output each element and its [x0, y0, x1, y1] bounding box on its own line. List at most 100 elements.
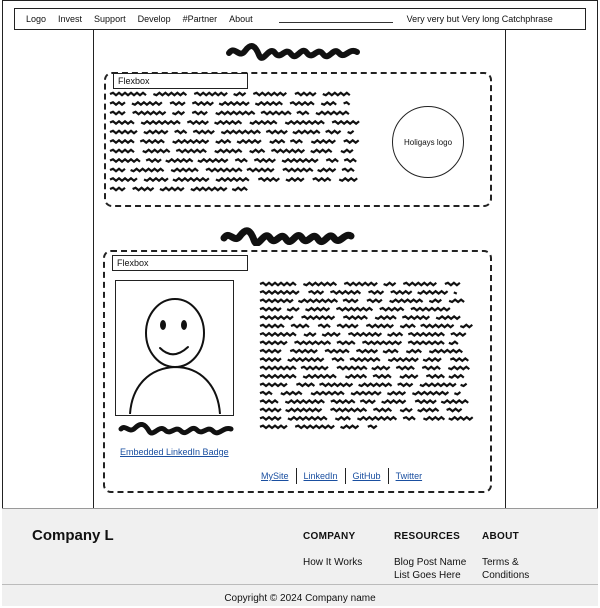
placeholder-text-squiggle — [450, 331, 467, 338]
placeholder-text-squiggle — [290, 323, 310, 329]
placeholder-text-squiggle — [420, 323, 455, 329]
twitter-link[interactable]: Twitter — [389, 471, 430, 481]
placeholder-text-squiggle — [265, 129, 288, 135]
footer-link-terms[interactable]: Terms & Conditions — [482, 556, 542, 582]
placeholder-text-squiggle — [259, 340, 288, 346]
placeholder-text-squiggle — [381, 398, 407, 405]
placeholder-text-squiggle — [399, 323, 416, 329]
placeholder-text-squiggle — [459, 323, 473, 329]
nav-about[interactable]: About — [229, 14, 253, 24]
placeholder-text-squiggle — [422, 415, 446, 422]
footer-link-blog-post[interactable]: Blog Post Name List Goes Here — [394, 556, 478, 582]
placeholder-text-squiggle — [252, 91, 287, 97]
placeholder-text-squiggle — [294, 91, 317, 97]
placeholder-text-squiggle — [174, 129, 188, 135]
section1-heading-scribble — [226, 43, 360, 61]
placeholder-text-squiggle — [336, 323, 359, 329]
section2-heading-scribble — [220, 227, 355, 246]
placeholder-text-squiggle — [334, 415, 351, 422]
content-right-border — [505, 30, 506, 508]
placeholder-text-squiggle — [355, 348, 379, 354]
placeholder-text-squiggle — [165, 157, 194, 164]
placeholder-text-squiggle — [340, 424, 360, 430]
placeholder-text-squiggle — [140, 119, 181, 126]
placeholder-text-squiggle — [317, 323, 331, 329]
placeholder-text-squiggle — [152, 91, 188, 97]
placeholder-text-squiggle — [259, 289, 300, 296]
placeholder-text-squiggle — [259, 407, 282, 413]
placeholder-text-squiggle — [281, 157, 319, 164]
nav-develop[interactable]: Develop — [138, 14, 171, 24]
footer-heading-resources: RESOURCES — [394, 531, 461, 542]
placeholder-text-squiggle — [143, 176, 169, 183]
section1-text-scribble — [109, 91, 360, 192]
placeholder-text-squiggle — [295, 382, 316, 388]
placeholder-text-squiggle — [109, 157, 141, 164]
placeholder-text-squiggle — [205, 167, 243, 173]
placeholder-text-squiggle — [270, 148, 306, 154]
mysite-link[interactable]: MySite — [254, 471, 296, 481]
placeholder-text-squiggle — [234, 157, 248, 164]
placeholder-text-squiggle — [259, 415, 282, 422]
social-links-row: MySite LinkedIn GitHub Twitter — [254, 468, 429, 484]
placeholder-text-squiggle — [310, 148, 333, 154]
placeholder-text-squiggle — [387, 331, 404, 338]
placeholder-text-squiggle — [145, 157, 162, 164]
placeholder-text-squiggle — [372, 407, 393, 413]
placeholder-text-squiggle — [417, 407, 440, 413]
placeholder-text-squiggle — [131, 100, 163, 107]
placeholder-text-squiggle — [453, 291, 458, 295]
linkedin-link[interactable]: LinkedIn — [297, 471, 345, 481]
placeholder-text-squiggle — [387, 356, 419, 363]
placeholder-text-squiggle — [214, 148, 243, 154]
placeholder-text-squiggle — [453, 391, 462, 396]
placeholder-text-squiggle — [220, 129, 261, 135]
placeholder-text-squiggle — [367, 424, 378, 430]
smiley-face-icon — [129, 298, 221, 415]
placeholder-text-squiggle — [249, 119, 278, 126]
placeholder-text-squiggle — [109, 110, 126, 116]
placeholder-text-squiggle — [372, 373, 392, 380]
footer: Company L COMPANY How It Works RESOURCES… — [2, 508, 598, 606]
placeholder-text-squiggle — [289, 100, 315, 107]
holigays-logo-text: Holigays logo — [403, 137, 453, 147]
footer-link-how-it-works[interactable]: How It Works — [303, 556, 393, 569]
placeholder-text-squiggle — [259, 323, 285, 329]
nav-support[interactable]: Support — [94, 14, 126, 24]
footer-col-about: ABOUT Terms & Conditions — [482, 531, 542, 582]
placeholder-text-squiggle — [448, 415, 474, 422]
placeholder-text-squiggle — [302, 281, 338, 287]
placeholder-text-squiggle — [159, 186, 185, 192]
nav-divider-line — [278, 21, 393, 23]
embedded-linkedin-badge-link[interactable]: Embedded LinkedIn Badge — [120, 447, 229, 457]
placeholder-text-squiggle — [414, 398, 437, 405]
placeholder-text-squiggle — [341, 167, 355, 173]
placeholder-text-squiggle — [419, 382, 457, 388]
placeholder-text-squiggle — [109, 176, 138, 183]
placeholder-text-squiggle — [407, 340, 445, 346]
placeholder-text-squiggle — [282, 167, 314, 173]
placeholder-text-squiggle — [411, 390, 450, 396]
nav-partner[interactable]: #Partner — [183, 14, 218, 24]
placeholder-text-squiggle — [310, 390, 345, 396]
placeholder-text-squiggle — [215, 176, 250, 183]
placeholder-text-squiggle — [343, 157, 357, 164]
placeholder-text-squiggle — [322, 91, 351, 97]
placeholder-text-squiggle — [342, 298, 359, 304]
github-link[interactable]: GitHub — [346, 471, 388, 481]
placeholder-text-squiggle — [305, 306, 331, 312]
placeholder-text-squiggle — [366, 298, 383, 304]
nav-logo[interactable]: Logo — [26, 14, 46, 24]
placeholder-text-squiggle — [417, 289, 449, 296]
placeholder-text-squiggle — [379, 306, 405, 312]
placeholder-text-squiggle — [399, 373, 419, 380]
placeholder-text-squiggle — [302, 373, 337, 380]
content-left-border — [93, 30, 94, 508]
placeholder-text-squiggle — [218, 100, 250, 107]
placeholder-text-squiggle — [289, 138, 303, 145]
nav-invest[interactable]: Invest — [58, 14, 82, 24]
footer-col-resources: RESOURCES Blog Post Name List Goes Here — [394, 531, 478, 582]
placeholder-text-squiggle — [425, 373, 445, 380]
placeholder-text-squiggle — [349, 356, 381, 363]
placeholder-text-squiggle — [300, 365, 329, 371]
